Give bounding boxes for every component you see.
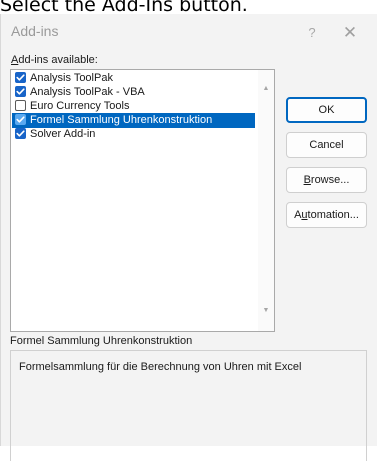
list-item-label: Formel Sammlung Uhrenkonstruktion [30,114,213,126]
checkmark-icon [16,116,25,123]
checkbox-checked[interactable] [15,128,26,139]
automation-button[interactable]: Automation... [286,202,367,228]
list-item-label: Euro Currency Tools [30,100,130,112]
ok-button[interactable]: OK [286,97,367,123]
list-item-label: Analysis ToolPak - VBA [30,86,145,98]
checkbox-unchecked[interactable] [15,100,26,111]
dialog-title: Add-ins [11,23,59,39]
list-item[interactable]: Formel Sammlung Uhrenkonstruktion [12,113,255,128]
checkmark-icon [16,88,25,95]
description-title: Formel Sammlung Uhrenkonstruktion [10,335,193,347]
cancel-button[interactable]: Cancel [286,132,367,158]
description-box: Formelsammlung für die Berechnung von Uh… [10,350,367,461]
list-item[interactable]: Analysis ToolPak - VBA [12,85,255,100]
checkbox-checked[interactable] [15,114,26,125]
list-item[interactable]: Solver Add-in [12,127,255,142]
add-ins-available-label: Add-ins available: [11,54,98,66]
list-item[interactable]: Euro Currency Tools [12,99,255,114]
checkmark-icon [16,74,25,81]
close-button[interactable]: ✕ [337,21,363,45]
list-item[interactable]: Analysis ToolPak [12,71,255,86]
description-text: Formelsammlung für die Berechnung von Uh… [19,361,302,373]
title-bar: Add-ins ? ✕ [1,14,377,52]
list-item-label: Analysis ToolPak [30,72,113,84]
scroll-down-arrow-icon[interactable]: ▼ [258,304,274,318]
browse-button[interactable]: Browse... [286,167,367,193]
button-label: tomation... [307,209,359,221]
help-button[interactable]: ? [301,22,323,44]
accelerator-key: B [303,174,311,186]
scroll-up-arrow-icon[interactable]: ▲ [258,82,274,96]
label-text: dd-ins available: [18,54,98,66]
button-label: rowse... [310,174,350,186]
add-ins-dialog: Add-ins ? ✕ Add-ins available: Analysis … [0,14,377,461]
vertical-scrollbar[interactable]: ▲ ▼ [258,70,274,331]
add-ins-listbox[interactable]: Analysis ToolPak Analysis ToolPak - VBA Eu… [10,69,275,332]
checkbox-checked[interactable] [15,72,26,83]
checkbox-checked[interactable] [15,86,26,97]
list-item-label: Solver Add-in [30,128,96,140]
checkmark-icon [16,130,25,137]
